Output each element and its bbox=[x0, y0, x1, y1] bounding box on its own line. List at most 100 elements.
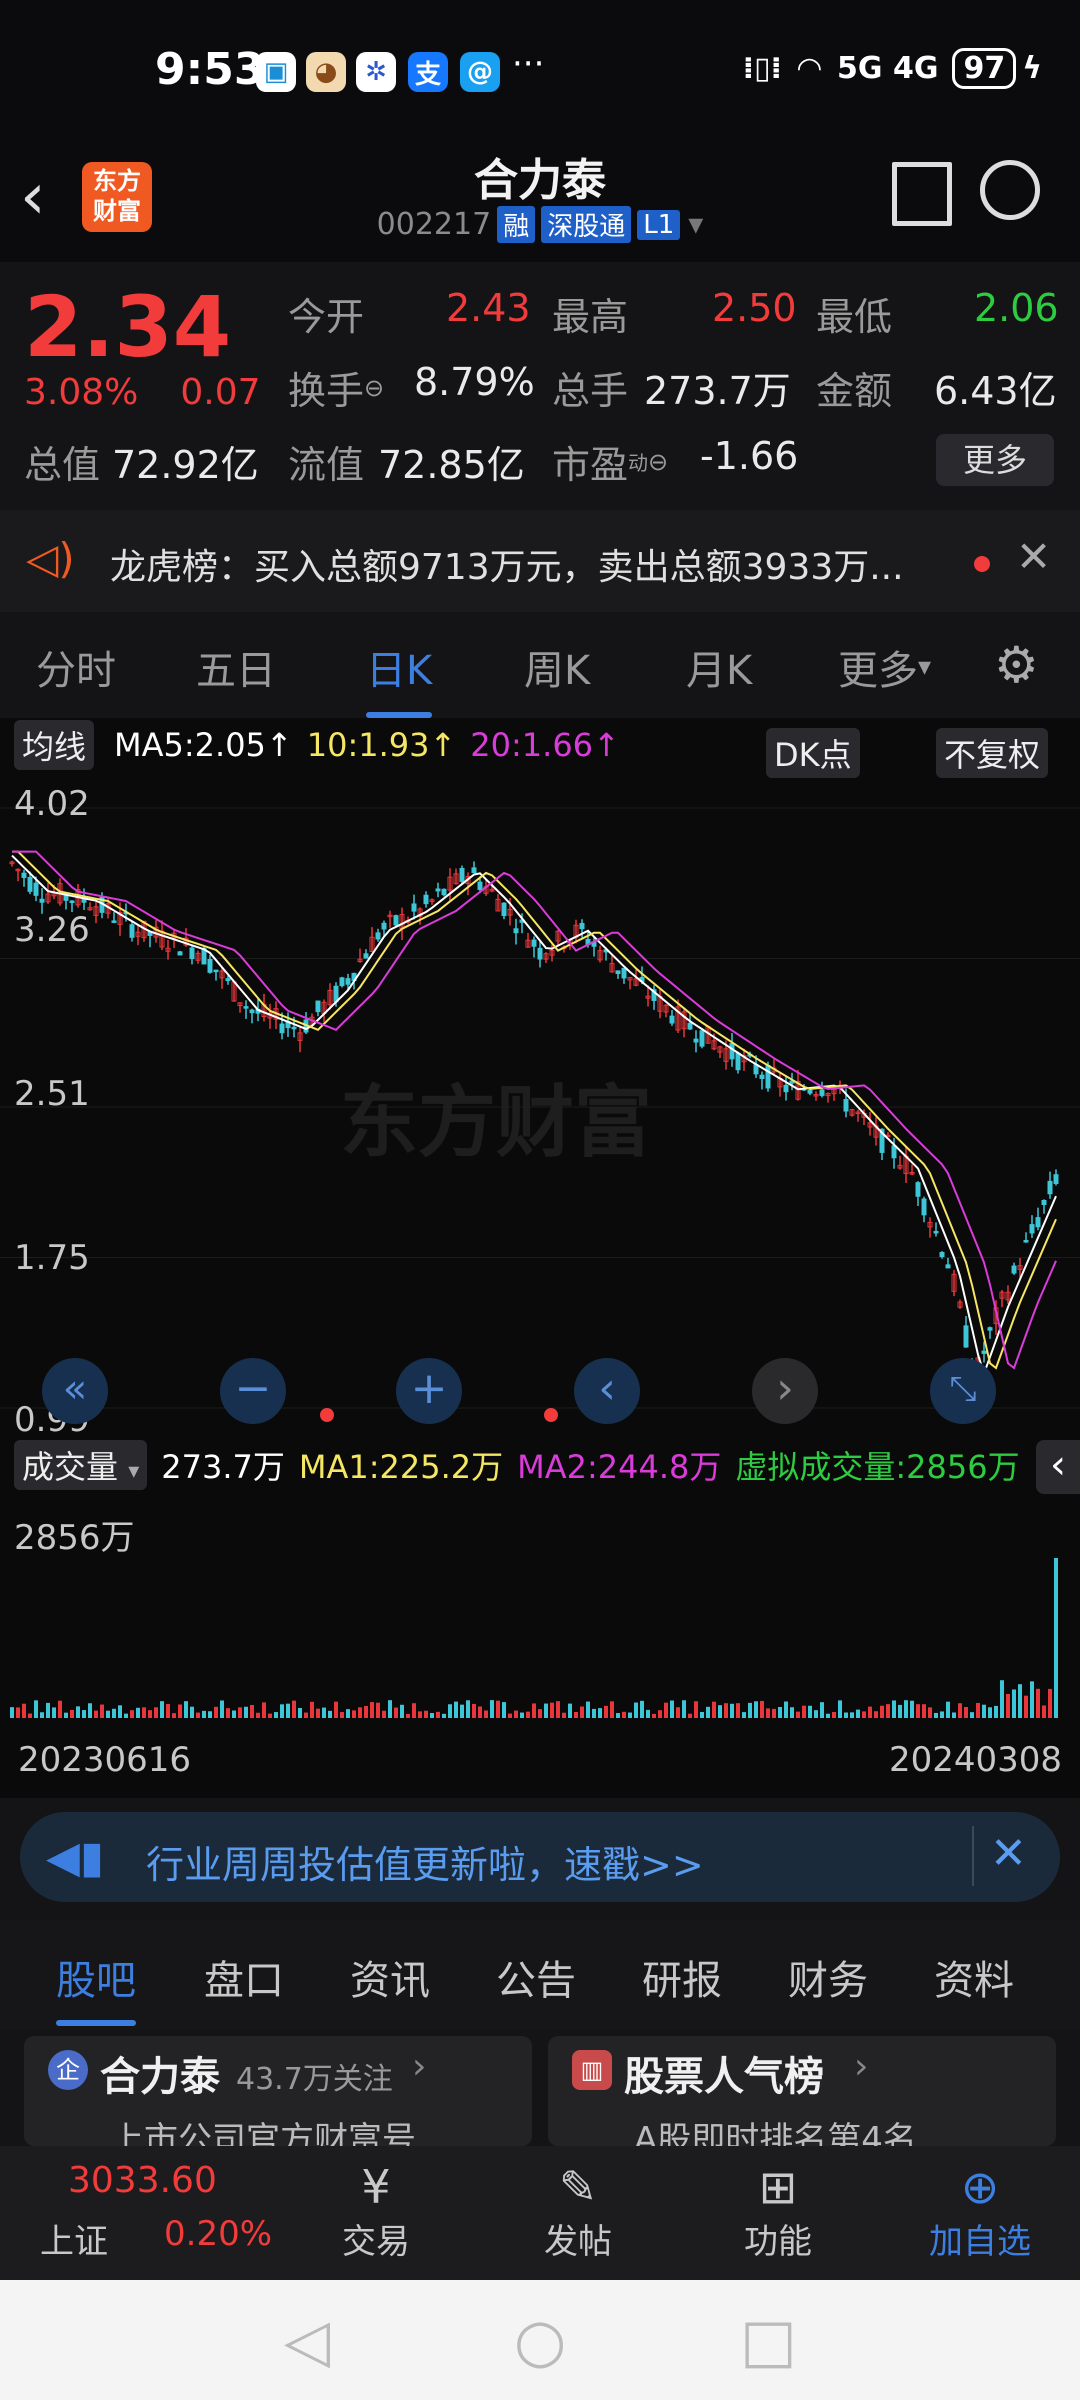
volume-bar bbox=[292, 1700, 296, 1718]
volume-bar bbox=[328, 1710, 332, 1718]
volume-bar bbox=[472, 1703, 476, 1718]
volume-bar bbox=[46, 1702, 50, 1718]
share-icon[interactable] bbox=[892, 162, 952, 226]
popularity-card[interactable]: ▥ 股票人气榜 › A股即时排名第4名 bbox=[548, 2036, 1056, 2160]
volume-bar bbox=[436, 1711, 440, 1718]
volume-bar bbox=[124, 1713, 128, 1718]
volume-bar bbox=[388, 1700, 392, 1718]
close-icon[interactable]: ✕ bbox=[990, 1828, 1027, 1879]
volume-bar bbox=[28, 1713, 32, 1718]
volume-selector[interactable]: 成交量 ▾ bbox=[14, 1440, 148, 1490]
volume-bar bbox=[712, 1701, 716, 1718]
ma-selector[interactable]: 均线 bbox=[14, 720, 95, 770]
tab-profile[interactable]: 资料 bbox=[934, 1948, 1014, 2006]
volume-bar bbox=[808, 1705, 812, 1718]
tab-weekly-k[interactable]: 周K bbox=[524, 638, 590, 696]
tab-daily-k[interactable]: 日K bbox=[366, 638, 433, 718]
volume-bar bbox=[310, 1701, 314, 1718]
volume-bar bbox=[616, 1713, 620, 1718]
alipay-icon: 支 bbox=[408, 52, 448, 92]
volume-bar bbox=[766, 1708, 770, 1718]
nav-post[interactable]: ✎ 发帖 bbox=[508, 2160, 648, 2263]
info-icon[interactable]: ⊖ bbox=[648, 448, 668, 476]
turnover-value: 8.79% bbox=[414, 360, 535, 404]
more-button[interactable]: 更多 bbox=[936, 434, 1054, 486]
volume-bar bbox=[346, 1709, 350, 1718]
volume-bar bbox=[448, 1704, 452, 1718]
candle-body bbox=[579, 922, 585, 930]
tab-financials[interactable]: 财务 bbox=[788, 1948, 868, 2006]
volume-bar bbox=[802, 1705, 806, 1718]
tab-news[interactable]: 资讯 bbox=[350, 1948, 430, 2006]
scroll-left-icon[interactable]: ‹ bbox=[574, 1358, 640, 1424]
kline-chart[interactable] bbox=[0, 718, 1080, 1798]
candle-body bbox=[807, 1090, 813, 1094]
high-label: 最高 bbox=[552, 295, 629, 339]
info-icon[interactable]: ⊖ bbox=[364, 374, 384, 402]
candle-body bbox=[39, 898, 45, 903]
tab-monthly-k[interactable]: 月K bbox=[686, 638, 752, 696]
tab-research[interactable]: 研报 bbox=[642, 1948, 722, 2006]
candle-body bbox=[891, 1145, 897, 1159]
candle-body bbox=[435, 888, 441, 892]
index-value[interactable]: 3033.60 bbox=[68, 2160, 217, 2201]
volume-bar bbox=[586, 1701, 590, 1718]
speaker-icon: ◁) bbox=[26, 534, 75, 583]
megaphone-icon: ◀▮ bbox=[46, 1832, 105, 1883]
gear-icon[interactable]: ⚙ bbox=[994, 636, 1039, 694]
kline-chart-area[interactable] bbox=[0, 718, 1080, 1798]
zoom-in-icon[interactable]: + bbox=[396, 1358, 462, 1424]
candle-body bbox=[963, 1325, 969, 1348]
search-icon[interactable] bbox=[980, 160, 1040, 220]
volume-bar bbox=[40, 1712, 44, 1718]
nav-functions[interactable]: ⊞ 功能 bbox=[708, 2160, 848, 2263]
tab-forum[interactable]: 股吧 bbox=[56, 1948, 136, 2026]
volume-bar bbox=[910, 1700, 914, 1718]
chevron-down-icon[interactable]: ▾ bbox=[688, 207, 703, 242]
volume-bar bbox=[76, 1706, 80, 1718]
index-name[interactable]: 上证 bbox=[40, 2214, 108, 2263]
popularity-card-title: 股票人气榜 bbox=[624, 2054, 824, 2100]
quote-panel: 2.34 3.08% 0.07 今开 2.43 最高 2.50 最低 2.06 … bbox=[0, 262, 1080, 507]
tab-intraday[interactable]: 分时 bbox=[36, 638, 116, 696]
reset-zoom-icon[interactable]: ⤡ bbox=[930, 1358, 996, 1424]
candle-body bbox=[1053, 1174, 1059, 1184]
volume-bar bbox=[478, 1706, 482, 1718]
tab-more[interactable]: 更多 ▾ bbox=[838, 638, 931, 696]
volume-bar bbox=[682, 1700, 686, 1718]
tab-orderbook[interactable]: 盘口 bbox=[204, 1948, 284, 2006]
volume-max-label: 2856万 bbox=[14, 1518, 135, 1558]
volume-bar bbox=[376, 1702, 380, 1718]
nav-trade[interactable]: ¥ 交易 bbox=[306, 2160, 446, 2263]
volume-bar bbox=[394, 1707, 398, 1718]
tab-five-day[interactable]: 五日 bbox=[196, 638, 276, 696]
ma10-value: 10:1.93↑ bbox=[306, 726, 457, 764]
adjust-button[interactable]: 不复权 bbox=[936, 728, 1049, 778]
tag-level[interactable]: L1 bbox=[637, 209, 681, 240]
dk-point-button[interactable]: DK点 bbox=[766, 728, 860, 778]
tab-announcements[interactable]: 公告 bbox=[496, 1948, 576, 2006]
home-nav-icon[interactable]: ○ bbox=[514, 2306, 566, 2376]
candle-body bbox=[345, 978, 351, 985]
zoom-out-icon[interactable]: − bbox=[220, 1358, 286, 1424]
nav-add-watchlist[interactable]: ⊕ 加自选 bbox=[910, 2160, 1050, 2263]
volume-bar bbox=[1006, 1693, 1010, 1718]
market-cap-value: 72.92亿 bbox=[112, 443, 259, 487]
close-icon[interactable]: ✕ bbox=[1016, 532, 1051, 581]
stock-header: ‹ 东方 财富 合力泰 002217 融 深股通 L1 ▾ bbox=[0, 140, 1080, 262]
candle-body bbox=[981, 1350, 987, 1354]
back-nav-icon[interactable]: ◁ bbox=[284, 2306, 330, 2376]
notice-bar[interactable]: ◁) 龙虎榜：买入总额9713万元，卖出总额3933万... ✕ bbox=[0, 510, 1080, 612]
volume-bar bbox=[430, 1713, 434, 1718]
status-bar: 9:53 ▣ ◕ ✲ 支 @ ··· ⁞▯⁞ ◠ 5G 4G 97 ϟ bbox=[0, 0, 1080, 140]
collapse-panel-icon[interactable]: ‹ bbox=[1036, 1440, 1080, 1494]
company-card[interactable]: 企 合力泰 43.7万关注 › 上市公司官方财富号 bbox=[24, 2036, 532, 2160]
recents-nav-icon[interactable]: □ bbox=[740, 2306, 797, 2376]
scroll-left-fast-icon[interactable]: « bbox=[42, 1358, 108, 1424]
scroll-right-icon[interactable]: › bbox=[752, 1358, 818, 1424]
index-change[interactable]: 0.20% bbox=[164, 2214, 272, 2254]
promo-banner[interactable]: ◀▮ 行业周周投估值更新啦，速戳>> ✕ bbox=[20, 1812, 1060, 1902]
chevron-down-icon: ▾ bbox=[128, 1459, 140, 1484]
volume-bar bbox=[244, 1706, 248, 1718]
volume-bar bbox=[166, 1704, 170, 1718]
